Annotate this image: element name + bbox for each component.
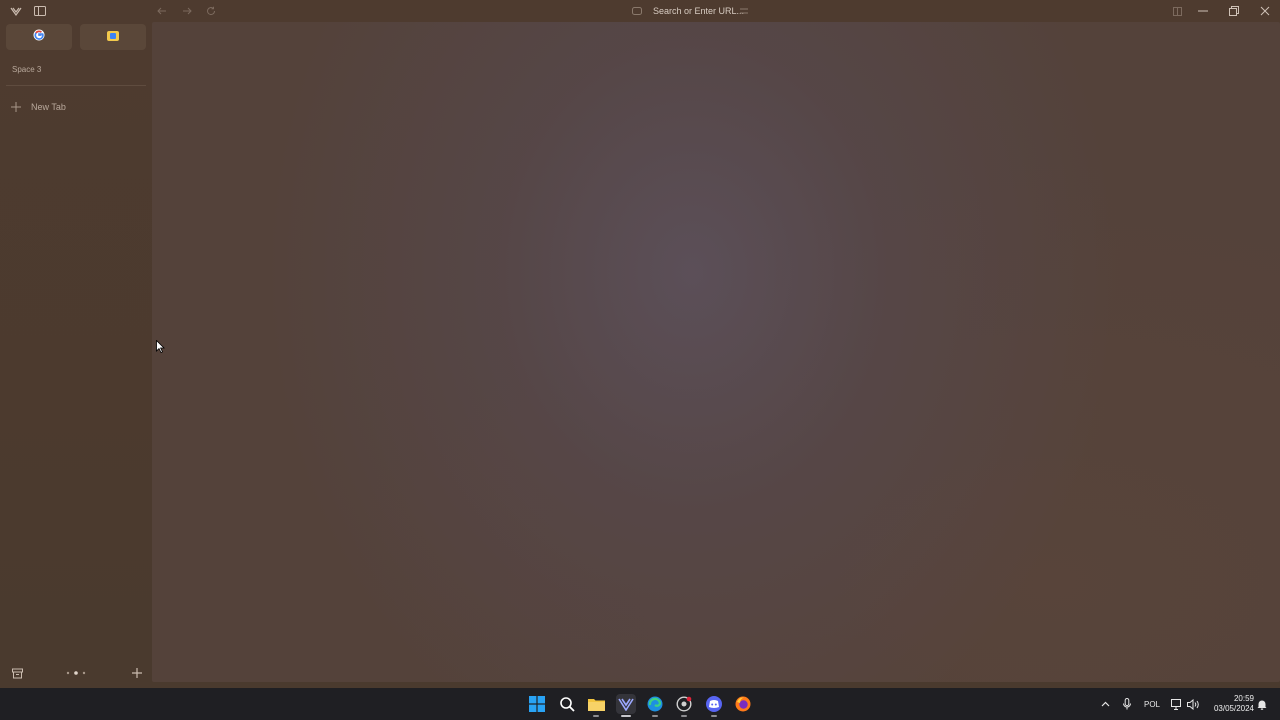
language-indicator[interactable]: POL (1140, 688, 1164, 720)
active-indicator (621, 715, 631, 717)
address-placeholder: Search or Enter URL... (653, 6, 745, 16)
add-space-icon[interactable] (130, 666, 144, 680)
plus-icon (10, 101, 22, 113)
windows-taskbar: POL 20:59 03/05/2024 (0, 688, 1280, 720)
github-desktop-icon[interactable] (674, 694, 694, 717)
address-bar[interactable]: Search or Enter URL... (628, 3, 758, 19)
pinned-meet-tab[interactable] (80, 24, 146, 50)
running-indicator (652, 715, 658, 717)
reload-icon[interactable] (204, 4, 218, 18)
sidebar-divider (6, 85, 146, 86)
google-icon (33, 28, 45, 46)
site-info-icon[interactable] (632, 7, 642, 17)
firefox-icon[interactable] (733, 694, 753, 714)
volume-icon[interactable] (1186, 688, 1200, 720)
title-bar: Search or Enter URL... (0, 0, 1280, 22)
notification-bell-icon[interactable] (1256, 688, 1268, 720)
search-icon[interactable] (557, 694, 577, 714)
network-icon[interactable] (1170, 688, 1184, 720)
running-indicator (681, 715, 687, 717)
file-explorer-icon[interactable] (586, 694, 606, 717)
browser-window: Search or Enter URL... Space 3 New Tab (0, 0, 1280, 688)
start-windows-icon[interactable] (527, 694, 547, 714)
new-tab-label: New Tab (31, 102, 66, 112)
archive-icon[interactable] (10, 666, 24, 680)
google-meet-icon (107, 28, 119, 46)
pinned-google-tab[interactable] (6, 24, 72, 50)
browser-taskbar-icon[interactable] (616, 694, 636, 717)
minimize-button[interactable] (1188, 2, 1218, 20)
clock-time: 20:59 (1233, 694, 1254, 703)
space-title: Space 3 (12, 65, 42, 74)
forward-icon[interactable] (180, 4, 194, 18)
running-indicator (593, 715, 599, 717)
discord-icon[interactable] (704, 694, 724, 717)
new-tab-button[interactable]: New Tab (10, 100, 66, 114)
running-indicator (711, 715, 717, 717)
close-button[interactable] (1250, 2, 1280, 20)
microphone-icon[interactable] (1120, 688, 1134, 720)
web-content-area[interactable] (152, 22, 1280, 682)
sidebar-toggle-icon[interactable] (33, 4, 47, 18)
show-hidden-icons-chevron-icon[interactable] (1098, 688, 1112, 720)
browser-logo-icon[interactable] (9, 4, 23, 18)
spaces-dots-icon[interactable] (64, 666, 88, 680)
edge-icon[interactable] (645, 694, 665, 717)
back-icon[interactable] (155, 4, 169, 18)
system-clock[interactable]: 20:59 03/05/2024 (1206, 694, 1254, 714)
sidebar: Space 3 New Tab (0, 22, 152, 688)
address-options-icon[interactable] (740, 7, 748, 17)
clock-date: 03/05/2024 (1213, 704, 1254, 713)
restore-button[interactable] (1219, 2, 1249, 20)
mouse-cursor-icon (156, 339, 165, 358)
